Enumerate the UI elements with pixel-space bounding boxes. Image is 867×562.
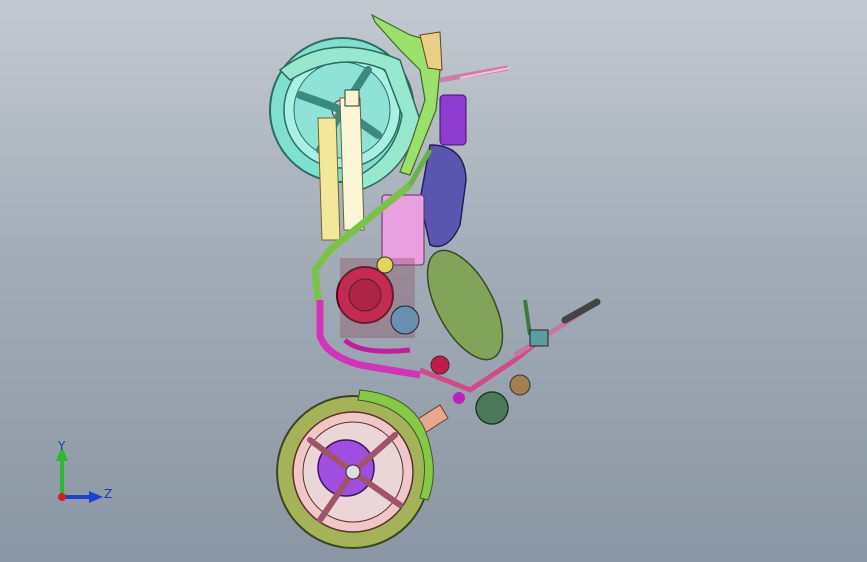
axis-triad: Y Z bbox=[40, 435, 130, 515]
graphics-viewport[interactable]: Y Z bbox=[0, 0, 867, 562]
battery-box[interactable] bbox=[439, 94, 467, 146]
z-axis-label: Z bbox=[104, 487, 113, 501]
engine-block[interactable] bbox=[336, 256, 420, 338]
motorcycle-model[interactable] bbox=[0, 0, 867, 562]
fuel-tank[interactable] bbox=[412, 239, 518, 371]
y-axis-label: Y bbox=[58, 439, 66, 453]
handlebar[interactable] bbox=[513, 298, 601, 358]
headlight[interactable] bbox=[453, 374, 531, 425]
triad-arrows-icon bbox=[56, 447, 103, 503]
